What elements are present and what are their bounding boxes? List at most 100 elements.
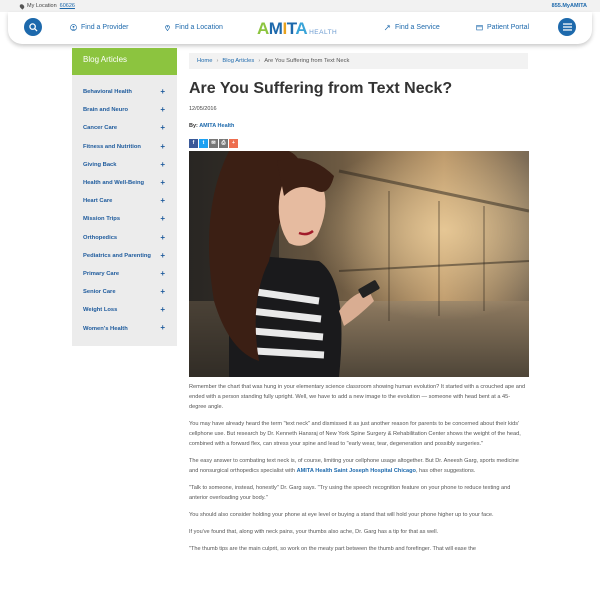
breadcrumb-blog-articles[interactable]: Blog Articles — [222, 58, 254, 64]
sidebar-item-weight-loss[interactable]: Weight Loss + — [72, 301, 177, 319]
author-link[interactable]: AMITA Health — [199, 123, 234, 129]
sidebar-item-label: Fitness and Nutrition — [83, 143, 141, 150]
sidebar-item-senior-care[interactable]: Senior Care + — [72, 283, 177, 301]
sidebar-item-label: Health and Well-Being — [83, 180, 145, 187]
logo-brand: AMITA — [257, 19, 308, 38]
sidebar-item-label: Orthopedics — [83, 234, 118, 241]
article-paragraph: "Talk to someone, instead, honestly" Dr.… — [189, 485, 511, 501]
sidebar-item-brain-and-neuro[interactable]: Brain and Neuro + — [72, 101, 177, 119]
find-provider-label: Find a Provider — [81, 24, 129, 31]
sidebar-item-label: Behavioral Health — [83, 89, 132, 96]
plus-icon[interactable]: + — [160, 323, 165, 332]
hero-image — [189, 151, 529, 377]
location-pin-icon — [18, 2, 26, 10]
plus-icon[interactable]: + — [160, 196, 165, 205]
sidebar-item-womens-health[interactable]: Women's Health + — [72, 319, 177, 337]
plus-icon[interactable]: + — [160, 214, 165, 223]
utility-bar: My Location 60626 855.MyAMITA — [0, 0, 600, 12]
plus-icon[interactable]: + — [160, 287, 165, 296]
article-title: Are You Suffering from Text Neck? — [189, 80, 453, 97]
breadcrumb-home[interactable]: Home — [197, 58, 212, 64]
find-location-label: Find a Location — [175, 24, 223, 31]
saint-joseph-link[interactable]: AMITA Health Saint Joseph Hospital Chica… — [297, 468, 416, 474]
plus-icon[interactable]: + — [160, 269, 165, 278]
menu-button[interactable] — [558, 18, 576, 36]
chevron-right-icon: › — [216, 58, 219, 64]
plus-icon[interactable]: + — [160, 142, 165, 151]
article-paragraph: "The thumb tips are the main culprit, so… — [189, 546, 477, 552]
plus-icon[interactable]: + — [160, 178, 165, 187]
breadcrumb: Home › Blog Articles › Are You Suffering fro… — [189, 53, 528, 69]
sidebar-item-mission-trips[interactable]: Mission Trips + — [72, 210, 177, 228]
email-icon[interactable]: ✉ — [209, 139, 218, 148]
sidebar-item-label: Mission Trips — [83, 216, 121, 223]
more-share-icon[interactable]: + — [229, 139, 238, 148]
sidebar-item-health-and-well-being[interactable]: Health and Well-Being + — [72, 174, 177, 192]
find-provider-link[interactable]: Find a Provider — [70, 24, 128, 31]
article-byline: By: AMITA Health — [189, 123, 234, 129]
byline-label: By: — [189, 123, 198, 129]
blog-sidebar: Blog Articles Behavioral Health + Brain a… — [72, 48, 177, 346]
sidebar-heading: Blog Articles — [72, 48, 177, 75]
sidebar-item-label: Women's Health — [83, 325, 128, 332]
share-buttons: f t ✉ ⎙ + — [189, 139, 238, 148]
sidebar-item-primary-care[interactable]: Primary Care + — [72, 265, 177, 283]
patient-portal-link[interactable]: Patient Portal — [476, 24, 529, 31]
my-location[interactable]: My Location 60626 — [18, 2, 75, 10]
plus-icon[interactable]: + — [160, 233, 165, 242]
find-service-link[interactable]: Find a Service — [384, 24, 440, 31]
sidebar-item-heart-care[interactable]: Heart Care + — [72, 192, 177, 210]
article-body: Remember the chart that was hung in your… — [189, 382, 527, 561]
paragraph-text: , has other suggestions. — [415, 468, 476, 474]
sidebar-item-label: Weight Loss — [83, 307, 118, 314]
sidebar-item-label: Pediatrics and Parenting — [83, 252, 151, 259]
breadcrumb-current: Are You Suffering from Text Neck — [264, 58, 350, 64]
search-icon — [28, 22, 38, 32]
find-location-link[interactable]: Find a Location — [164, 24, 223, 31]
main-header: Find a Provider Find a Location AMITA HE… — [8, 12, 592, 44]
portal-icon — [476, 25, 483, 31]
phone-link[interactable]: 855.MyAMITA — [552, 3, 587, 9]
woman-texting-photo — [189, 151, 529, 377]
plus-icon[interactable]: + — [160, 160, 165, 169]
plus-icon[interactable]: + — [160, 251, 165, 260]
sidebar-item-label: Heart Care — [83, 198, 113, 205]
zip-code-link[interactable]: 60626 — [60, 3, 75, 9]
article-date: 12/05/2016 — [189, 106, 217, 112]
patient-portal-label: Patient Portal — [487, 24, 530, 31]
sidebar-item-cancer-care[interactable]: Cancer Care + — [72, 119, 177, 137]
sidebar-item-label: Senior Care — [83, 289, 116, 296]
hamburger-icon — [562, 23, 572, 31]
print-icon[interactable]: ⎙ — [219, 139, 228, 148]
person-icon — [70, 24, 77, 31]
article-paragraph: The easy answer to combating text neck i… — [189, 456, 527, 476]
sidebar-item-label: Cancer Care — [83, 125, 118, 132]
category-list: Behavioral Health + Brain and Neuro + Canc… — [72, 75, 177, 338]
search-button[interactable] — [24, 18, 42, 36]
sidebar-item-fitness-and-nutrition[interactable]: Fitness and Nutrition + — [72, 138, 177, 156]
plus-icon[interactable]: + — [160, 123, 165, 132]
service-icon — [384, 24, 391, 31]
sidebar-item-pediatrics-and-parenting[interactable]: Pediatrics and Parenting + — [72, 247, 177, 265]
twitter-icon[interactable]: t — [199, 139, 208, 148]
chevron-right-icon: › — [258, 58, 261, 64]
plus-icon[interactable]: + — [160, 105, 165, 114]
sidebar-item-orthopedics[interactable]: Orthopedics + — [72, 229, 177, 247]
plus-icon[interactable]: + — [160, 305, 165, 314]
plus-icon[interactable]: + — [160, 87, 165, 96]
article-paragraph: If you've found that, along with neck pa… — [189, 529, 439, 535]
article-paragraph: You may have already heard the term "tex… — [189, 421, 521, 447]
sidebar-item-label: Primary Care — [83, 270, 120, 277]
facebook-icon[interactable]: f — [189, 139, 198, 148]
article-paragraph: Remember the chart that was hung in your… — [189, 384, 526, 410]
sidebar-item-label: Giving Back — [83, 161, 117, 168]
sidebar-item-label: Brain and Neuro — [83, 107, 129, 114]
sidebar-item-behavioral-health[interactable]: Behavioral Health + — [72, 83, 177, 101]
find-service-label: Find a Service — [395, 24, 440, 31]
my-location-label: My Location — [27, 3, 57, 9]
amita-health-logo[interactable]: AMITA HEALTH — [257, 19, 337, 39]
map-pin-icon — [165, 25, 170, 31]
article-paragraph: You should also consider holding your ph… — [189, 512, 494, 518]
sidebar-item-giving-back[interactable]: Giving Back + — [72, 156, 177, 174]
logo-sub: HEALTH — [309, 29, 338, 36]
